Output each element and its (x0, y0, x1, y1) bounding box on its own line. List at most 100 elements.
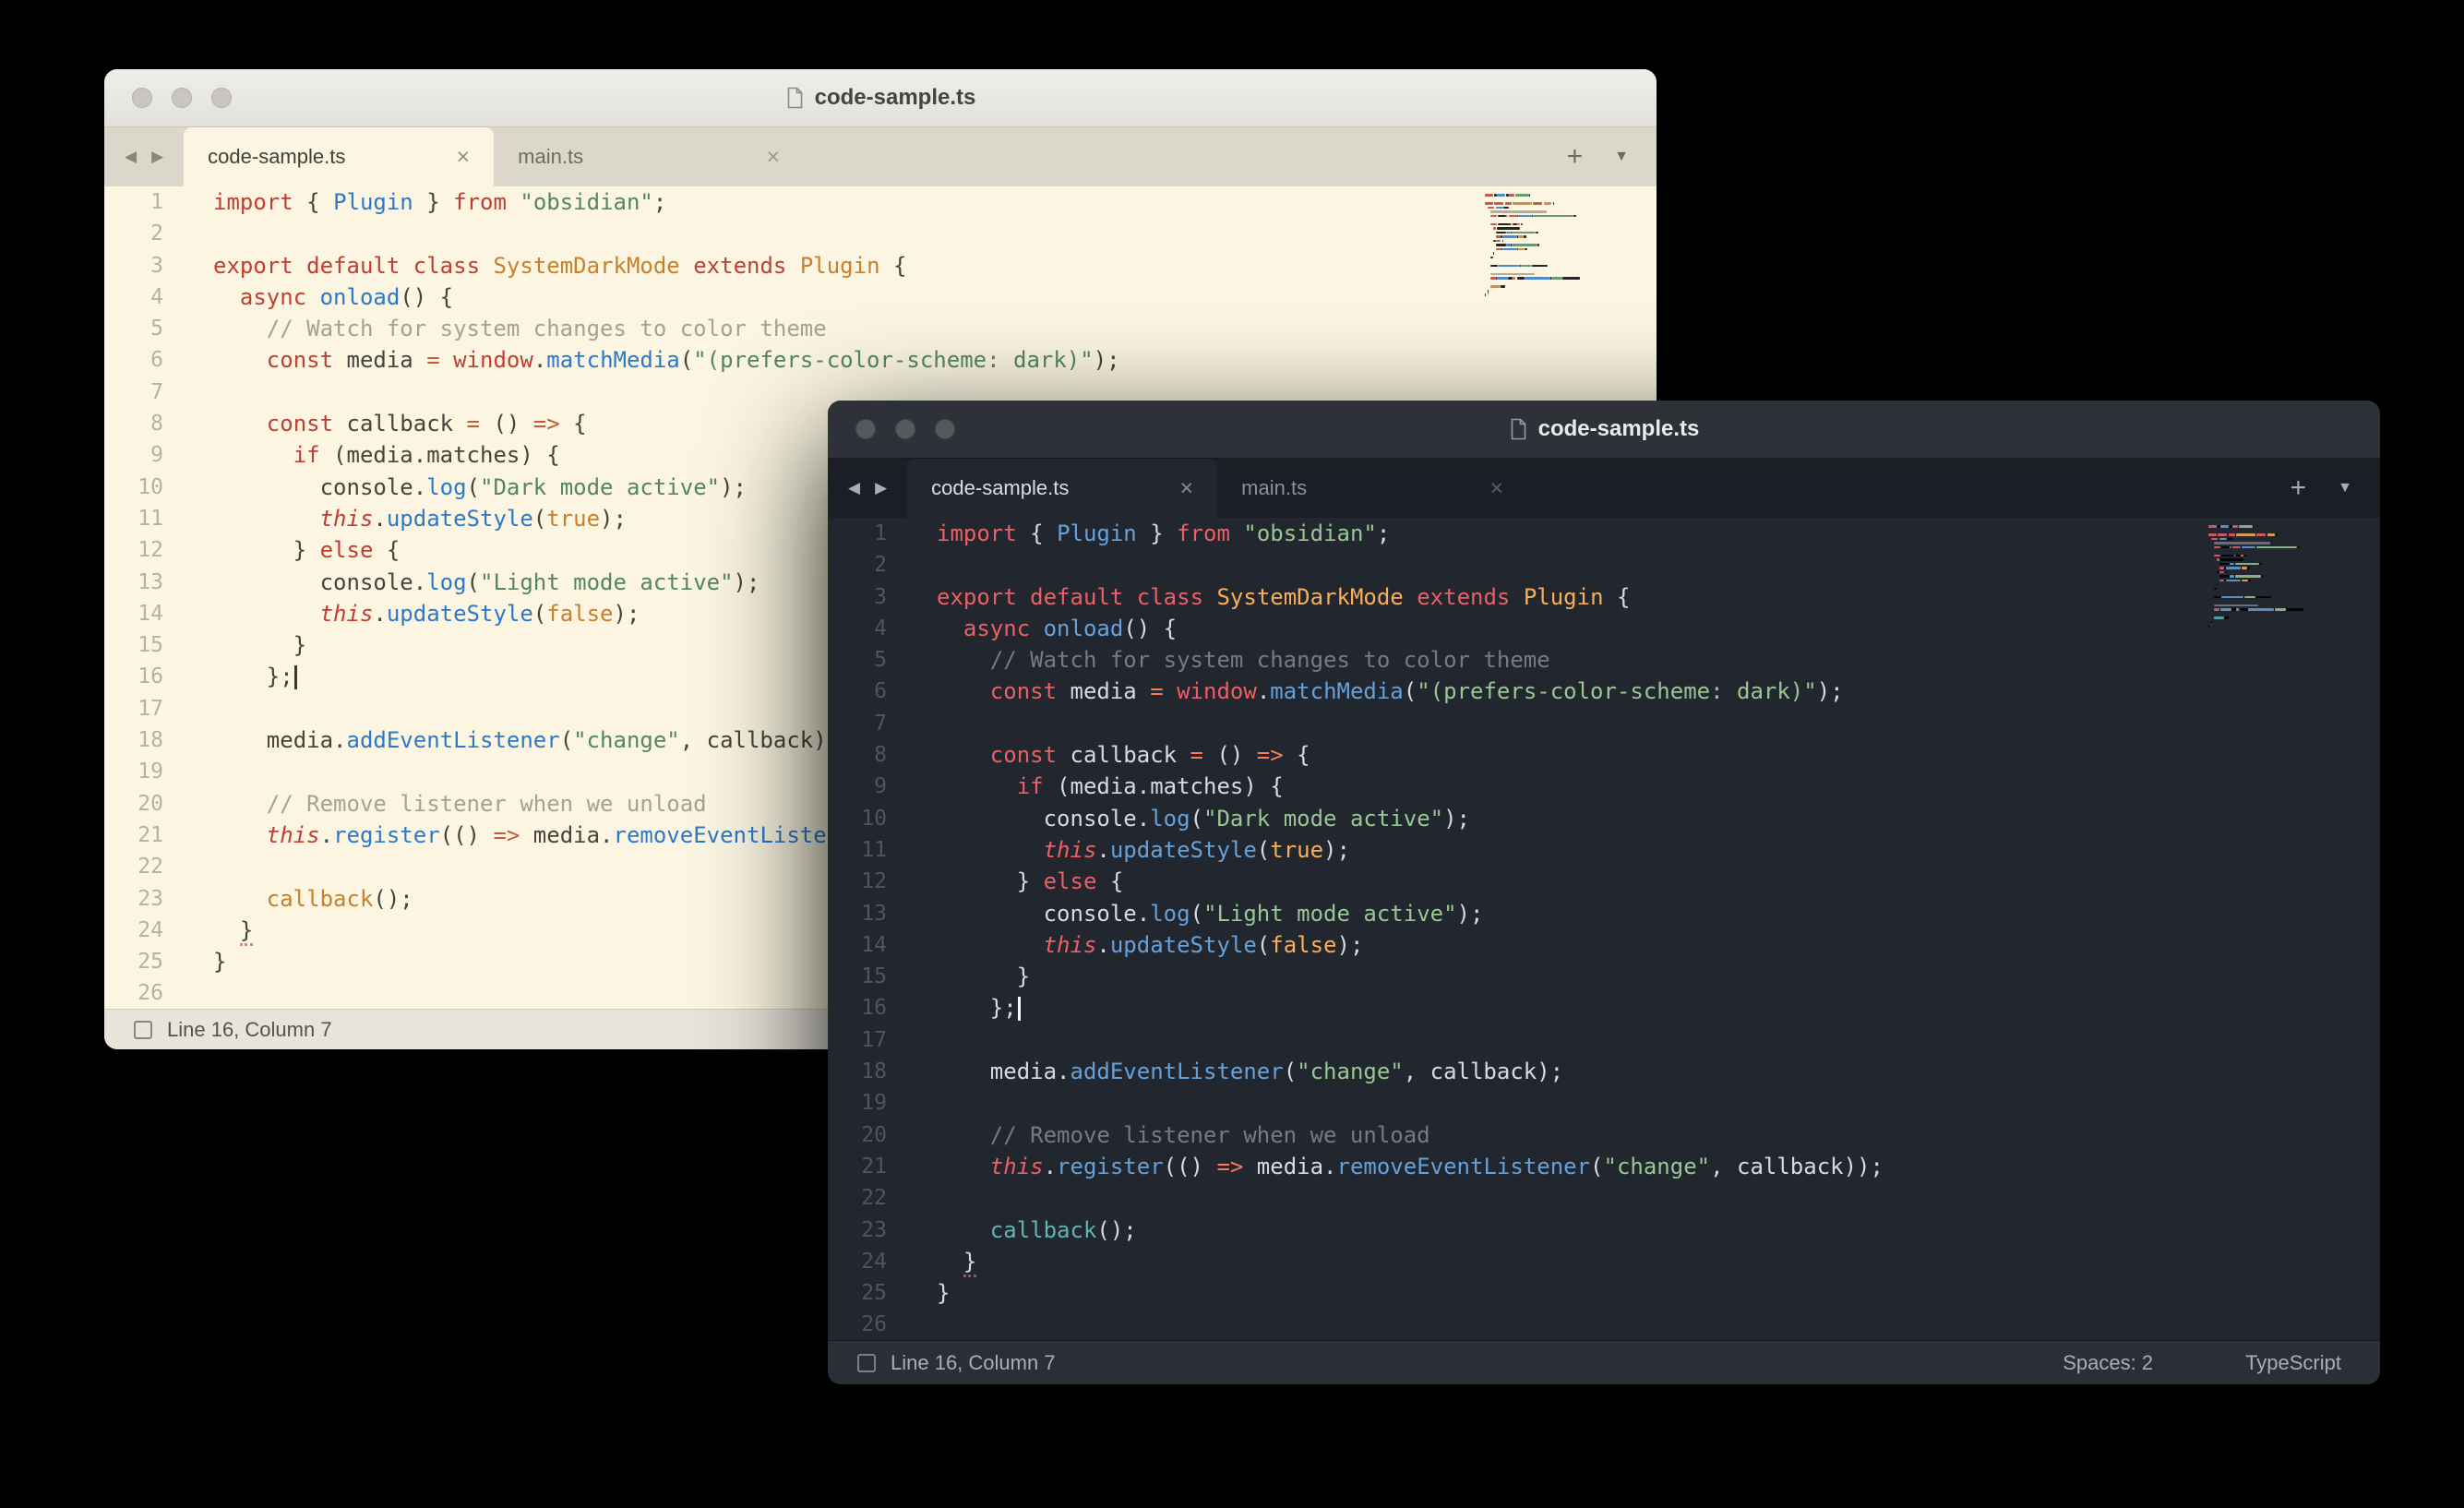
window-title-area: code-sample.ts (828, 401, 2380, 458)
code-token: }; (213, 664, 293, 689)
close-window-button[interactable] (132, 88, 152, 108)
tab-main.ts[interactable]: main.ts× (494, 127, 804, 186)
titlebar[interactable]: code-sample.ts (828, 401, 2380, 459)
minimap-line (1485, 285, 1642, 288)
gutter: 1234567891011121314151617181920212223242… (104, 186, 180, 1009)
minimize-window-button[interactable] (172, 88, 192, 108)
code-line: // Remove listener when we unload (937, 1119, 2380, 1151)
gutter: 1234567891011121314151617181920212223242… (828, 518, 903, 1340)
code-token: media. (213, 727, 347, 753)
minimap-line (1485, 202, 1642, 205)
zoom-window-button[interactable] (935, 419, 955, 439)
line-number: 26 (828, 1309, 903, 1340)
tab-code-sample.ts[interactable]: code-sample.ts× (184, 127, 494, 186)
layout-icon[interactable] (134, 1021, 152, 1039)
code-token: ( (1190, 806, 1203, 832)
tab-close-icon[interactable]: × (1180, 477, 1194, 500)
minimap-line (1485, 293, 1642, 296)
minimize-window-button[interactable] (895, 419, 915, 439)
code-token: this (320, 601, 374, 627)
code-token: default (1030, 584, 1123, 610)
code-token: . (373, 506, 386, 532)
minimap[interactable] (1485, 194, 1642, 302)
code-token (1017, 584, 1030, 610)
code-token: const (990, 742, 1057, 768)
code-token: => (533, 411, 560, 437)
code-token: media (333, 347, 426, 373)
line-number: 15 (104, 629, 180, 661)
code-line (937, 1024, 2380, 1056)
code-token (1030, 616, 1043, 641)
minimap-line (1485, 244, 1642, 246)
line-number: 22 (104, 851, 180, 882)
tab-main.ts[interactable]: main.ts× (1217, 459, 1527, 518)
line-number: 25 (828, 1277, 903, 1309)
code-token (937, 742, 990, 768)
code-token: => (1216, 1154, 1243, 1179)
tab-overflow-icon[interactable]: ▼ (1614, 149, 1629, 165)
status-right: Spaces: 2 TypeScript (2063, 1351, 2350, 1375)
code-token: . (1096, 837, 1109, 863)
minimap[interactable] (2208, 525, 2365, 633)
minimap-line (1485, 215, 1642, 218)
line-number: 5 (828, 644, 903, 676)
minimap-line (1485, 281, 1642, 284)
line-number: 5 (104, 313, 180, 344)
document-icon (785, 87, 804, 109)
status-item[interactable]: Spaces: 2 (2063, 1351, 2153, 1375)
cursor-position-label[interactable]: Line 16, Column 7 (891, 1351, 1056, 1375)
code-token: } (413, 189, 453, 215)
code-token: callback (990, 1217, 1097, 1243)
editor-pane[interactable]: 1234567891011121314151617181920212223242… (828, 518, 2380, 1340)
code-token (480, 253, 493, 279)
tab-overflow-icon[interactable]: ▼ (2338, 480, 2352, 497)
code-token: ; (1377, 521, 1390, 546)
code-token: console. (213, 474, 426, 500)
zoom-window-button[interactable] (211, 88, 232, 108)
code-token: "Light mode active" (480, 569, 734, 595)
tab-close-icon[interactable]: × (767, 146, 781, 169)
code-token: log (426, 474, 466, 500)
code-token: "(prefers-color-scheme: dark)" (693, 347, 1093, 373)
cursor-position-label[interactable]: Line 16, Column 7 (167, 1018, 332, 1042)
code-area[interactable]: import { Plugin } from "obsidian";export… (903, 518, 2380, 1340)
status-item[interactable]: TypeScript (2245, 1351, 2341, 1375)
minimap-line (2208, 592, 2365, 594)
titlebar[interactable]: code-sample.ts (104, 69, 1657, 127)
code-token: Plugin (333, 189, 413, 215)
close-window-button[interactable] (855, 419, 876, 439)
tab-nav: ◀ ▶ (828, 459, 907, 518)
line-number: 25 (104, 946, 180, 977)
back-icon[interactable]: ◀ (848, 479, 860, 497)
code-token: "(prefers-color-scheme: dark)" (1417, 678, 1816, 704)
code-token: () { (1123, 616, 1177, 641)
minimap-line (2208, 583, 2365, 586)
new-tab-icon[interactable]: + (2291, 474, 2307, 502)
tab-strip: code-sample.ts×main.ts× (907, 459, 1527, 518)
tab-close-icon[interactable]: × (457, 146, 471, 169)
code-token: { (1284, 742, 1310, 768)
minimap-line (1485, 290, 1642, 293)
code-token: ( (1257, 837, 1270, 863)
tab-code-sample.ts[interactable]: code-sample.ts× (907, 459, 1217, 518)
code-line: this.updateStyle(true); (937, 834, 2380, 866)
forward-icon[interactable]: ▶ (875, 479, 887, 497)
code-token: } (213, 949, 226, 975)
layout-icon[interactable] (857, 1354, 876, 1372)
forward-icon[interactable]: ▶ (151, 148, 163, 166)
new-tab-icon[interactable]: + (1567, 143, 1584, 171)
code-token: . (1044, 1154, 1057, 1179)
tab-nav: ◀ ▶ (104, 127, 184, 186)
code-token: if (1017, 773, 1044, 799)
code-token: matchMedia (546, 347, 680, 373)
code-token: window (1177, 678, 1257, 704)
code-token: (media.matches) { (1044, 773, 1284, 799)
back-icon[interactable]: ◀ (125, 148, 137, 166)
minimap-line (1485, 252, 1642, 255)
code-token: } (937, 868, 1044, 894)
tab-close-icon[interactable]: × (1490, 477, 1504, 500)
minimap-line (2208, 555, 2365, 557)
line-number: 3 (828, 581, 903, 613)
code-token (1123, 584, 1136, 610)
code-token: SystemDarkMode (493, 253, 679, 279)
